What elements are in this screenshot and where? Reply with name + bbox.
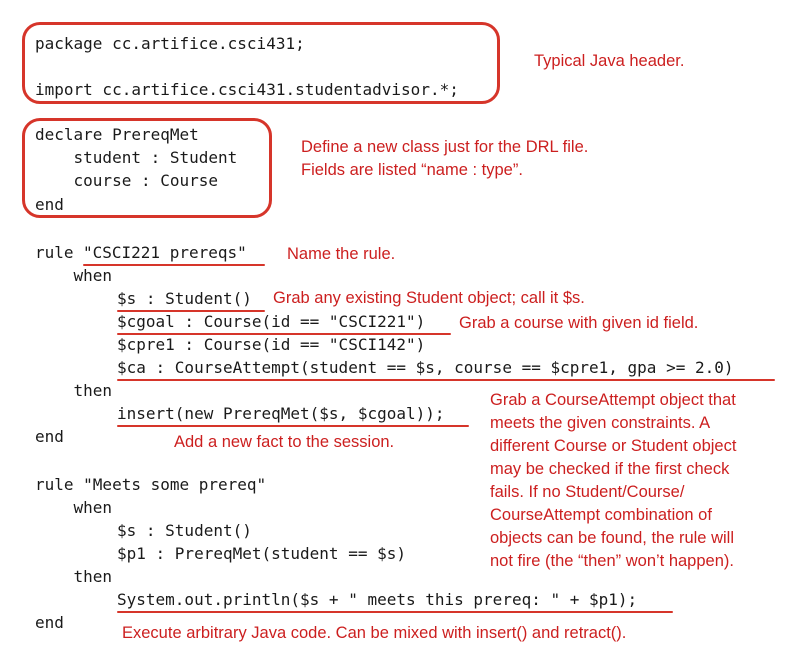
rule1-when: when <box>35 266 113 285</box>
declare-course-field: course : Course <box>35 171 219 190</box>
declare-line: declare PrereqMet <box>35 125 199 144</box>
rule2-when: when <box>35 498 113 517</box>
rule1-courseattempt-underline <box>117 379 775 381</box>
rule1-courseattempt-note-8: not fire (the “then” won’t happen). <box>490 552 734 570</box>
rule1-courseattempt-note-1: Grab a CourseAttempt object that <box>490 391 736 409</box>
rule2-println-note: Execute arbitrary Java code. Can be mixe… <box>122 624 627 642</box>
rule1-then: then <box>35 381 113 400</box>
rule1-student-note: Grab any existing Student object; call i… <box>273 289 585 307</box>
declare-student-field: student : Student <box>35 148 238 167</box>
rule1-courseattempt-note-2: meets the given constraints. A <box>490 414 711 432</box>
rule1-student-pattern: $s : Student() <box>117 289 252 308</box>
rule1-insert-underline <box>117 425 469 427</box>
rule2-println-underline <box>117 611 673 613</box>
rule1-name-note: Name the rule. <box>287 245 396 263</box>
rule1-name: "CSCI221 prereqs" <box>83 243 247 262</box>
rule2-header: rule "Meets some prereq" <box>35 475 267 494</box>
rule2-end: end <box>35 613 64 632</box>
rule2-then: then <box>35 567 113 586</box>
declare-end: end <box>35 195 64 214</box>
rule1-cgoal-pattern: $cgoal : Course(id == "CSCI221") <box>117 312 426 331</box>
rule1-cgoal-note: Grab a course with given id field. <box>459 314 699 332</box>
rule1-courseattempt-note-7: objects can be found, the rule will <box>490 529 734 547</box>
declare-note-line-2: Fields are listed “name : type”. <box>301 161 523 179</box>
rule1-insert-note: Add a new fact to the session. <box>174 433 395 451</box>
rule2-println-action: System.out.println($s + " meets this pre… <box>117 590 638 609</box>
rule2-student-pattern: $s : Student() <box>117 521 252 540</box>
rule1-courseattempt-note-4: may be checked if the first check <box>490 460 730 478</box>
rule1-keyword: rule <box>35 243 84 262</box>
rule1-end: end <box>35 427 64 446</box>
rule1-courseattempt-note-3: different Course or Student object <box>490 437 737 455</box>
rule1-courseattempt-note-6: CourseAttempt combination of <box>490 506 712 524</box>
rule1-insert-action: insert(new PrereqMet($s, $cgoal)); <box>117 404 445 423</box>
package-line: package cc.artifice.csci431; <box>35 34 305 53</box>
rule1-courseattempt-pattern: $ca : CourseAttempt(student == $s, cours… <box>117 358 734 377</box>
rule1-courseattempt-note-5: fails. If no Student/Course/ <box>490 483 685 501</box>
declare-note-line-1: Define a new class just for the DRL file… <box>301 138 589 156</box>
header-note: Typical Java header. <box>534 52 685 70</box>
rule2-prereqmet-pattern: $p1 : PrereqMet(student == $s) <box>117 544 406 563</box>
rule1-cpre1-pattern: $cpre1 : Course(id == "CSCI142") <box>117 335 426 354</box>
import-line: import cc.artifice.csci431.studentadviso… <box>35 80 459 99</box>
